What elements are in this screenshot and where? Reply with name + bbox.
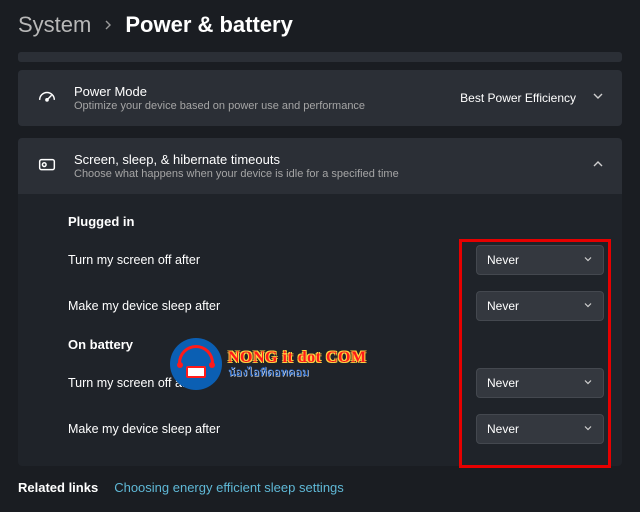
chevron-down-icon: [583, 254, 593, 267]
power-mode-desc: Optimize your device based on power use …: [74, 100, 444, 112]
related-links: Related links Choosing energy efficient …: [0, 466, 640, 495]
plugged-screen-off-row: Turn my screen off after Never: [36, 237, 604, 283]
breadcrumb-parent[interactable]: System: [18, 12, 91, 38]
timeouts-expanded: Plugged in Turn my screen off after Neve…: [18, 194, 622, 466]
related-link-sleep[interactable]: Choosing energy efficient sleep settings: [114, 480, 344, 495]
breadcrumb: System Power & battery: [0, 0, 640, 52]
chevron-right-icon: [103, 17, 113, 33]
dropdown-value: Never: [487, 422, 519, 436]
power-mode-title: Power Mode: [74, 84, 444, 99]
plugged-screen-off-dropdown[interactable]: Never: [476, 245, 604, 275]
power-mode-value: Best Power Efficiency: [460, 91, 576, 105]
timeouts-card-header[interactable]: Screen, sleep, & hibernate timeouts Choo…: [18, 138, 622, 194]
plugged-in-label: Plugged in: [36, 206, 604, 237]
setting-label: Turn my screen off after: [68, 376, 476, 390]
plugged-sleep-dropdown[interactable]: Never: [476, 291, 604, 321]
timeouts-desc: Choose what happens when your device is …: [74, 168, 576, 180]
collapsed-card[interactable]: [18, 52, 622, 62]
chevron-down-icon: [583, 377, 593, 390]
chevron-down-icon: [583, 300, 593, 313]
battery-sleep-row: Make my device sleep after Never: [36, 406, 604, 452]
dropdown-value: Never: [487, 376, 519, 390]
dropdown-value: Never: [487, 253, 519, 267]
chevron-down-icon: [583, 423, 593, 436]
battery-screen-off-row: Turn my screen off after Never: [36, 360, 604, 406]
setting-label: Make my device sleep after: [68, 299, 476, 313]
chevron-down-icon: [592, 89, 604, 107]
chevron-up-icon: [592, 157, 604, 175]
timeouts-title: Screen, sleep, & hibernate timeouts: [74, 152, 576, 167]
battery-screen-off-dropdown[interactable]: Never: [476, 368, 604, 398]
page-title: Power & battery: [125, 12, 293, 38]
setting-label: Make my device sleep after: [68, 422, 476, 436]
power-mode-card[interactable]: Power Mode Optimize your device based on…: [18, 70, 622, 126]
plugged-sleep-row: Make my device sleep after Never: [36, 283, 604, 329]
timeout-icon: [36, 155, 58, 177]
setting-label: Turn my screen off after: [68, 253, 476, 267]
related-links-label: Related links: [18, 480, 98, 495]
battery-sleep-dropdown[interactable]: Never: [476, 414, 604, 444]
dropdown-value: Never: [487, 299, 519, 313]
gauge-icon: [36, 87, 58, 109]
on-battery-label: On battery: [36, 329, 604, 360]
